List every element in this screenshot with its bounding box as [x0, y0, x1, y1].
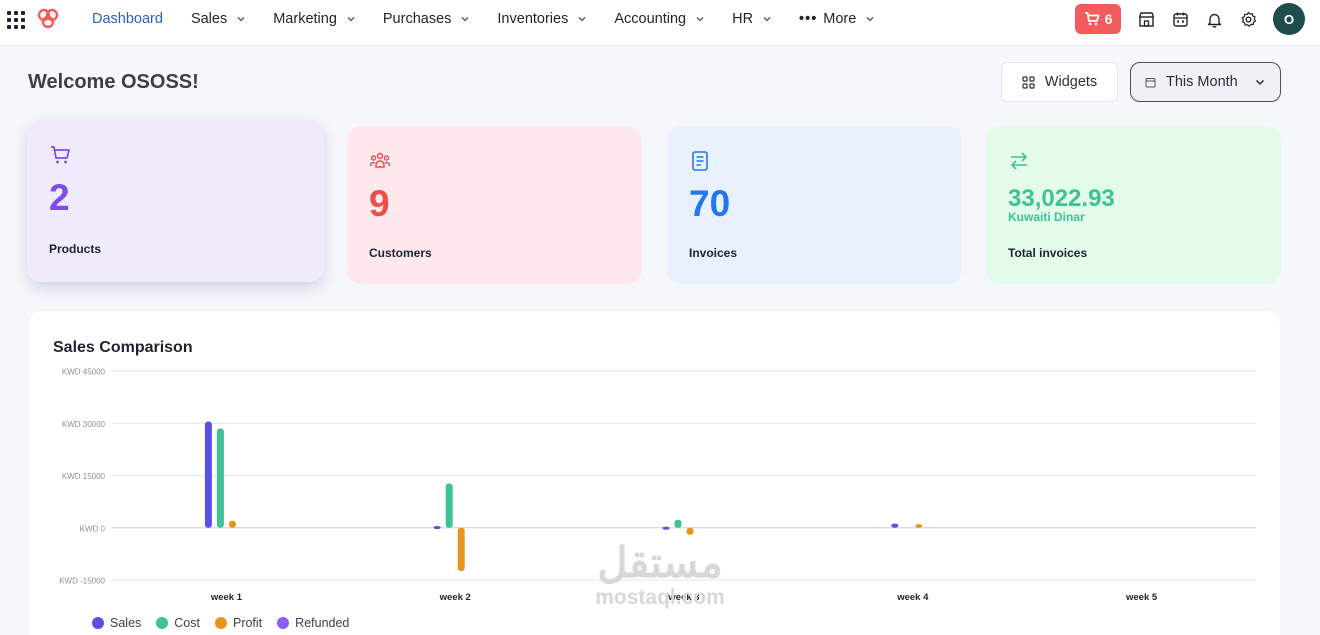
legend-dot: [214, 617, 227, 629]
x-tick-label: week 4: [896, 592, 929, 603]
bar-cost: [216, 428, 224, 528]
watermark-latin: mostaql.com: [595, 586, 725, 609]
x-tick-label: week 5: [1125, 592, 1158, 603]
legend-label: Cost: [174, 616, 200, 630]
watermark-arabic: مستقل: [597, 539, 724, 586]
legend-item-sales[interactable]: Sales: [92, 616, 141, 630]
x-tick-label: week 1: [210, 592, 243, 603]
bar-profit: [457, 527, 465, 571]
x-tick-label: week 2: [439, 592, 471, 603]
bar-sales: [891, 523, 899, 528]
bar-sales: [204, 421, 212, 528]
watermark: مستقل mostaql.com: [580, 540, 740, 610]
y-tick-label: KWD 15000: [62, 472, 106, 481]
bar-profit: [228, 520, 236, 528]
bar-cost: [674, 519, 682, 528]
y-tick-label: KWD 45000: [62, 368, 106, 377]
legend-dot: [277, 617, 290, 629]
legend-item-cost[interactable]: Cost: [156, 616, 200, 630]
chart-legend: Sales Cost Profit Refunded: [92, 616, 364, 630]
legend-dot: [156, 617, 169, 629]
legend-label: Profit: [232, 616, 263, 630]
bar-cost: [445, 483, 453, 528]
legend-item-profit[interactable]: Profit: [214, 616, 263, 630]
legend-label: Refunded: [295, 616, 350, 630]
y-tick-label: KWD 0: [80, 524, 106, 533]
legend-label: Sales: [110, 616, 142, 630]
legend-item-refunded[interactable]: Refunded: [277, 616, 349, 630]
bar-profit: [686, 527, 694, 535]
bar-profit: [915, 524, 923, 528]
y-tick-label: KWD 30000: [62, 420, 106, 429]
legend-dot: [92, 617, 104, 629]
bar-sales: [433, 526, 441, 530]
bar-sales: [662, 526, 670, 530]
y-tick-label: KWD -15000: [59, 577, 105, 586]
